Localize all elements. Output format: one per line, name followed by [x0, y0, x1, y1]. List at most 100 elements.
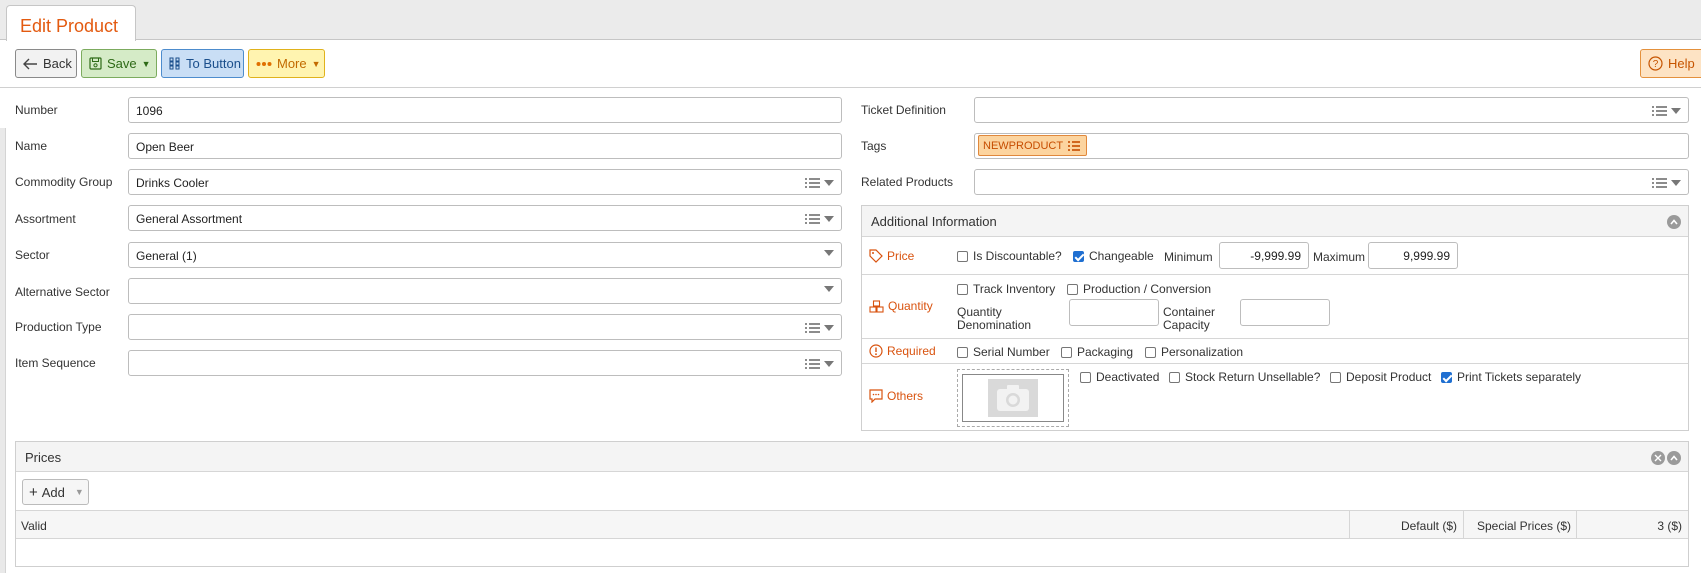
production-type-select[interactable] — [128, 314, 842, 340]
arrow-left-icon — [23, 58, 37, 69]
stock-return-unsellable-checkbox[interactable]: Stock Return Unsellable? — [1169, 370, 1320, 384]
chevron-down-icon[interactable] — [824, 180, 834, 186]
minimum-label: Minimum — [1164, 250, 1213, 264]
column-valid[interactable]: Valid — [16, 511, 1349, 538]
is-discountable-box[interactable] — [957, 250, 968, 262]
production-type-label: Production Type — [15, 320, 102, 334]
print-tickets-separately-checkbox[interactable]: Print Tickets separately — [1441, 370, 1581, 384]
deactivated-box[interactable] — [1080, 371, 1091, 383]
maximum-input[interactable]: 9,999.99 — [1368, 242, 1458, 269]
packaging-label: Packaging — [1077, 345, 1134, 359]
column-default-label: Default ($) — [1400, 519, 1457, 533]
tab-edit-product[interactable]: Edit Product — [6, 5, 136, 41]
is-discountable-label: Is Discountable? — [973, 249, 1062, 263]
others-row: Others Deactivated Stock Return Unsellab… — [862, 364, 1688, 431]
track-inventory-label: Track Inventory — [973, 282, 1056, 296]
commodity-group-select[interactable]: Drinks Cooler — [128, 169, 842, 195]
ticket-definition-select[interactable] — [974, 97, 1689, 123]
track-inventory-checkbox[interactable]: Track Inventory — [957, 282, 1055, 296]
list-icon[interactable] — [804, 322, 821, 334]
help-button[interactable]: ? Help — [1640, 49, 1701, 78]
minimum-input[interactable]: -9,999.99 — [1219, 242, 1309, 269]
list-icon[interactable] — [1651, 105, 1668, 117]
name-input[interactable]: Open Beer — [128, 133, 842, 159]
alternative-sector-select[interactable] — [128, 278, 842, 304]
dots-icon — [256, 61, 272, 66]
quantity-denomination-input[interactable] — [1069, 299, 1159, 326]
print-tickets-separately-box[interactable] — [1441, 371, 1452, 383]
collapse-icon[interactable] — [1667, 451, 1681, 465]
container-capacity-input[interactable] — [1240, 299, 1330, 326]
packaging-checkbox[interactable]: Packaging — [1061, 345, 1133, 359]
chevron-down-icon[interactable] — [824, 250, 834, 256]
chevron-down-icon[interactable] — [824, 286, 834, 292]
number-label: Number — [15, 103, 58, 117]
list-icon[interactable] — [804, 213, 821, 225]
additional-information-title: Additional Information — [871, 214, 997, 229]
track-inventory-box[interactable] — [957, 283, 968, 295]
serial-number-box[interactable] — [957, 346, 968, 358]
quantity-denomination-label: Quantity Denomination — [957, 306, 1031, 332]
item-sequence-select[interactable] — [128, 350, 842, 376]
product-image-upload[interactable] — [957, 369, 1069, 427]
quantity-row-label: Quantity — [869, 299, 933, 313]
column-3[interactable]: 3 ($) — [1576, 511, 1688, 538]
serial-number-checkbox[interactable]: Serial Number — [957, 345, 1050, 359]
personalization-checkbox[interactable]: Personalization — [1145, 345, 1243, 359]
assortment-label: Assortment — [15, 212, 76, 226]
deposit-product-box[interactable] — [1330, 371, 1341, 383]
list-icon[interactable] — [1067, 140, 1081, 152]
list-icon[interactable] — [1651, 177, 1668, 189]
chevron-down-icon[interactable] — [824, 361, 834, 367]
prices-grid-header: Valid Default ($) Special Prices ($) 3 (… — [16, 510, 1688, 539]
container-capacity-line2: Capacity — [1163, 318, 1210, 332]
production-conversion-checkbox[interactable]: Production / Conversion — [1067, 282, 1211, 296]
column-special-prices[interactable]: Special Prices ($) — [1463, 511, 1576, 538]
left-strip — [0, 128, 6, 573]
stock-return-unsellable-box[interactable] — [1169, 371, 1180, 383]
related-products-select[interactable] — [974, 169, 1689, 195]
sector-select[interactable]: General (1) — [128, 242, 842, 268]
tags-label: Tags — [861, 139, 887, 153]
packaging-box[interactable] — [1061, 346, 1072, 358]
commodity-group-value: Drinks Cooler — [136, 176, 209, 190]
required-row: Required Serial Number Packaging Persona… — [862, 339, 1688, 364]
settings-icon[interactable] — [1651, 451, 1665, 465]
changeable-box[interactable] — [1073, 250, 1084, 262]
others-label: Others — [887, 389, 924, 403]
exclamation-icon — [869, 344, 883, 358]
deposit-product-checkbox[interactable]: Deposit Product — [1330, 370, 1431, 384]
tag-chip[interactable]: NEWPRODUCT — [978, 135, 1087, 156]
chevron-down-icon[interactable] — [1671, 108, 1681, 114]
list-icon[interactable] — [804, 358, 821, 370]
deactivated-checkbox[interactable]: Deactivated — [1080, 370, 1159, 384]
personalization-box[interactable] — [1145, 346, 1156, 358]
chevron-down-icon[interactable] — [824, 325, 834, 331]
back-button[interactable]: Back — [15, 49, 77, 78]
column-valid-label: Valid — [21, 519, 47, 533]
print-tickets-separately-label: Print Tickets separately — [1457, 370, 1582, 384]
assortment-select[interactable]: General Assortment — [128, 205, 842, 231]
required-label: Required — [887, 344, 936, 358]
add-price-button[interactable]: + Add ▼ — [22, 479, 89, 505]
more-label: More — [277, 56, 307, 71]
number-value: 1096 — [136, 104, 163, 118]
column-3-label: 3 ($) — [1657, 519, 1682, 533]
is-discountable-checkbox[interactable]: Is Discountable? — [957, 249, 1062, 263]
column-default[interactable]: Default ($) — [1349, 511, 1463, 538]
collapse-icon[interactable] — [1667, 215, 1681, 229]
additional-information-header[interactable]: Additional Information — [862, 206, 1688, 237]
number-input[interactable]: 1096 — [128, 97, 842, 123]
chevron-down-icon[interactable]: ▼ — [142, 59, 151, 69]
to-button-button[interactable]: To Button — [161, 49, 244, 78]
chevron-down-icon[interactable]: ▼ — [75, 487, 84, 497]
plus-icon: + — [29, 483, 38, 501]
more-button[interactable]: More ▼ — [248, 49, 325, 78]
list-icon[interactable] — [804, 177, 821, 189]
save-button[interactable]: Save ▼ — [81, 49, 157, 78]
prices-header[interactable]: Prices — [16, 442, 1688, 472]
production-conversion-box[interactable] — [1067, 283, 1078, 295]
changeable-checkbox[interactable]: Changeable — [1073, 249, 1154, 263]
chevron-down-icon[interactable] — [1671, 180, 1681, 186]
chevron-down-icon[interactable] — [824, 216, 834, 222]
